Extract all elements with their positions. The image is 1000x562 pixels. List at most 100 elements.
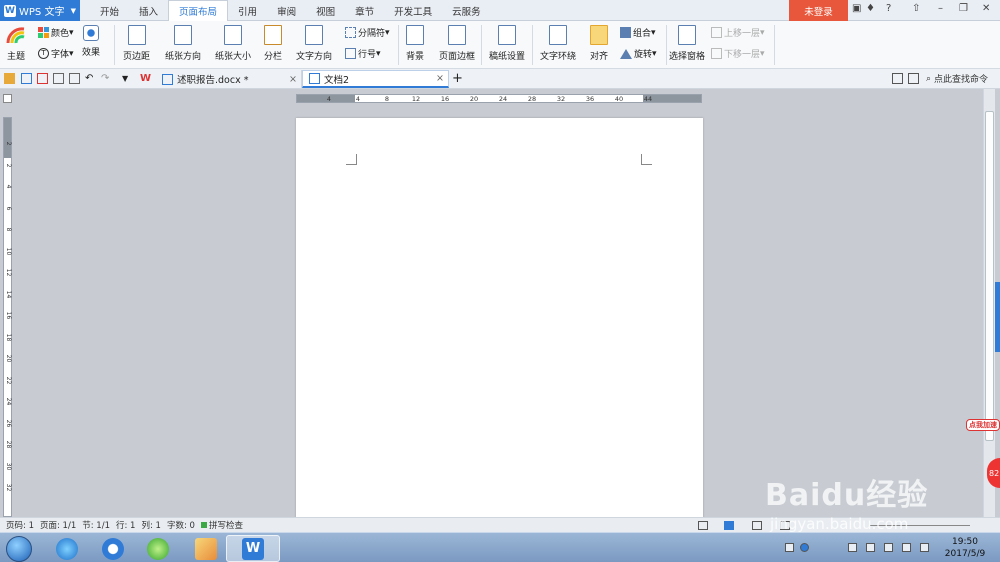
- title-bar: W WPS 文字 ▼ 开始 插入 页面布局 引用 审阅 视图 章节 开发工具 云服务 未登录 ▣…: [0, 0, 1000, 22]
- volume-icon[interactable]: [920, 543, 929, 552]
- spell-check-toggle[interactable]: 拼写检查: [200, 519, 243, 531]
- paper-size-label: 纸张大小: [215, 52, 252, 62]
- columns-button[interactable]: 分栏: [264, 25, 282, 62]
- rotate-label: 旋转: [634, 50, 653, 60]
- theme-button[interactable]: 主题: [6, 25, 26, 62]
- horizontal-ruler[interactable]: 4 4 8 12 16 20 24 28 32 36 40 44: [296, 94, 702, 103]
- quick-access-bar: ↶ ↷ ▼ W 述职报告.docx * × 文档2 × + ⌕ 点此查找命令: [0, 69, 1000, 89]
- customize-dropdown-icon[interactable]: ▼: [122, 73, 133, 84]
- open-icon[interactable]: [4, 73, 15, 84]
- text-wrap-button[interactable]: 文字环绕: [540, 25, 576, 62]
- full-screen-view-icon[interactable]: [698, 520, 708, 530]
- page-view-icon[interactable]: [724, 520, 734, 530]
- taskbar-browser[interactable]: [131, 535, 185, 562]
- redo-icon[interactable]: ↷: [101, 73, 112, 84]
- line-numbers-button[interactable]: 行号 ▾: [345, 47, 381, 60]
- page-border-button[interactable]: 页面边框: [439, 25, 475, 62]
- help-icon[interactable]: ?: [886, 3, 891, 14]
- status-column: 列: 1: [141, 521, 161, 531]
- send-backward-icon: [711, 48, 722, 59]
- close-icon[interactable]: ✕: [982, 3, 990, 14]
- margins-button[interactable]: 页边距: [123, 25, 150, 62]
- tray-icon[interactable]: [884, 543, 893, 552]
- paper-size-icon: [224, 25, 242, 45]
- status-word-count[interactable]: 字数: 0: [167, 519, 195, 531]
- print-preview-icon[interactable]: [69, 73, 80, 84]
- login-button[interactable]: 未登录: [789, 0, 848, 21]
- tray-icon[interactable]: [866, 543, 875, 552]
- save-icon[interactable]: [21, 73, 32, 84]
- wps-home-icon[interactable]: W: [140, 73, 151, 84]
- undo-icon[interactable]: ↶: [85, 73, 96, 84]
- font-button[interactable]: T 字体 ▾: [38, 47, 74, 60]
- outline-view-icon[interactable]: [752, 520, 762, 530]
- status-row: 行: 1: [115, 521, 136, 531]
- paper-size-button[interactable]: 纸张大小: [215, 25, 251, 62]
- scrollbar-thumb[interactable]: [985, 111, 994, 441]
- group-button[interactable]: 组合 ▾: [620, 26, 656, 39]
- maximize-icon[interactable]: ❐: [959, 3, 968, 14]
- selection-pane-button[interactable]: 选择窗格: [669, 25, 705, 62]
- rotate-button[interactable]: 旋转 ▾: [620, 47, 657, 60]
- tray-icon[interactable]: [848, 543, 857, 552]
- speedup-badge[interactable]: 点我加速: [966, 419, 1000, 431]
- menu-tab[interactable]: 开始: [90, 0, 129, 21]
- breaks-button[interactable]: 分隔符 ▾: [345, 26, 390, 39]
- doc-tab-1[interactable]: 述职报告.docx * ×: [156, 70, 302, 88]
- export-pdf-icon[interactable]: [37, 73, 48, 84]
- vertical-scrollbar[interactable]: [983, 89, 995, 517]
- restore-view-icon[interactable]: ⇧: [912, 3, 920, 14]
- skin-icon[interactable]: ▣: [852, 3, 861, 14]
- send-backward-button[interactable]: 下移一层 ▾: [711, 47, 765, 60]
- menu-tab[interactable]: 章节: [345, 0, 384, 21]
- find-command-box[interactable]: ⌕ 点此查找命令: [926, 72, 988, 86]
- bring-forward-button[interactable]: 上移一层 ▾: [711, 26, 765, 39]
- taskbar-wps[interactable]: W: [226, 535, 280, 562]
- menu-tab[interactable]: 审阅: [267, 0, 306, 21]
- taskbar-paint[interactable]: [179, 535, 233, 562]
- keyboard-icon[interactable]: [785, 543, 794, 552]
- menu-tab[interactable]: 页面布局: [168, 0, 229, 22]
- orientation-label: 纸张方向: [165, 52, 202, 62]
- system-clock[interactable]: 19:50 2017/5/9: [938, 536, 992, 560]
- background-button[interactable]: 背景: [406, 25, 424, 62]
- menu-tab[interactable]: 开发工具: [384, 0, 442, 21]
- shirt-icon[interactable]: ♦: [866, 3, 875, 14]
- start-button[interactable]: [6, 536, 32, 562]
- menu-tab[interactable]: 云服务: [442, 0, 491, 21]
- menu-tab[interactable]: 视图: [306, 0, 345, 21]
- doc-tab-2-title: 文档2: [324, 74, 350, 86]
- close-tab-icon[interactable]: ×: [289, 74, 297, 85]
- color-button[interactable]: 颜色 ▾: [38, 26, 74, 39]
- ruler-tick-label: 20: [5, 354, 12, 363]
- vertical-ruler[interactable]: 2 2 4 6 8 10 12 14 16 18 20 22 24 26 28 30 32: [3, 117, 12, 517]
- text-direction-button[interactable]: 文字方向: [296, 25, 332, 62]
- document-page[interactable]: [296, 118, 703, 518]
- menu-tabs: 开始 插入 页面布局 引用 审阅 视图 章节 开发工具 云服务: [90, 0, 491, 22]
- new-tab-icon[interactable]: +: [452, 72, 464, 85]
- orientation-button[interactable]: 纸张方向: [165, 25, 201, 62]
- effect-button[interactable]: 效果: [82, 25, 100, 58]
- ruler-tick-label: 12: [411, 95, 421, 103]
- columns-icon: [264, 25, 282, 45]
- minimize-icon[interactable]: –: [938, 3, 943, 14]
- ruler-tick-label: 28: [5, 440, 12, 449]
- menu-tab[interactable]: 引用: [228, 0, 267, 21]
- ruler-corner[interactable]: [3, 94, 12, 103]
- network-icon[interactable]: [902, 543, 911, 552]
- taskbar: W 19:50 2017/5/9: [0, 532, 1000, 562]
- align-button[interactable]: 对齐: [590, 25, 608, 62]
- line-numbers-label: 行号: [358, 50, 377, 60]
- print-icon[interactable]: [53, 73, 64, 84]
- menu-tab[interactable]: 插入: [129, 0, 168, 21]
- text-wrap-label: 文字环绕: [540, 52, 577, 62]
- doc-tab-2[interactable]: 文档2 ×: [302, 70, 449, 88]
- close-tab-icon[interactable]: ×: [436, 73, 444, 84]
- help-tray-icon[interactable]: [800, 543, 809, 552]
- ruler-tick-label: 28: [527, 95, 537, 103]
- app-menu-button[interactable]: W WPS 文字 ▼: [0, 0, 80, 21]
- manuscript-button[interactable]: 稿纸设置: [489, 25, 525, 62]
- sync-icon[interactable]: [892, 73, 903, 84]
- side-panel-toggle[interactable]: [995, 282, 1000, 352]
- share-icon[interactable]: [908, 73, 919, 84]
